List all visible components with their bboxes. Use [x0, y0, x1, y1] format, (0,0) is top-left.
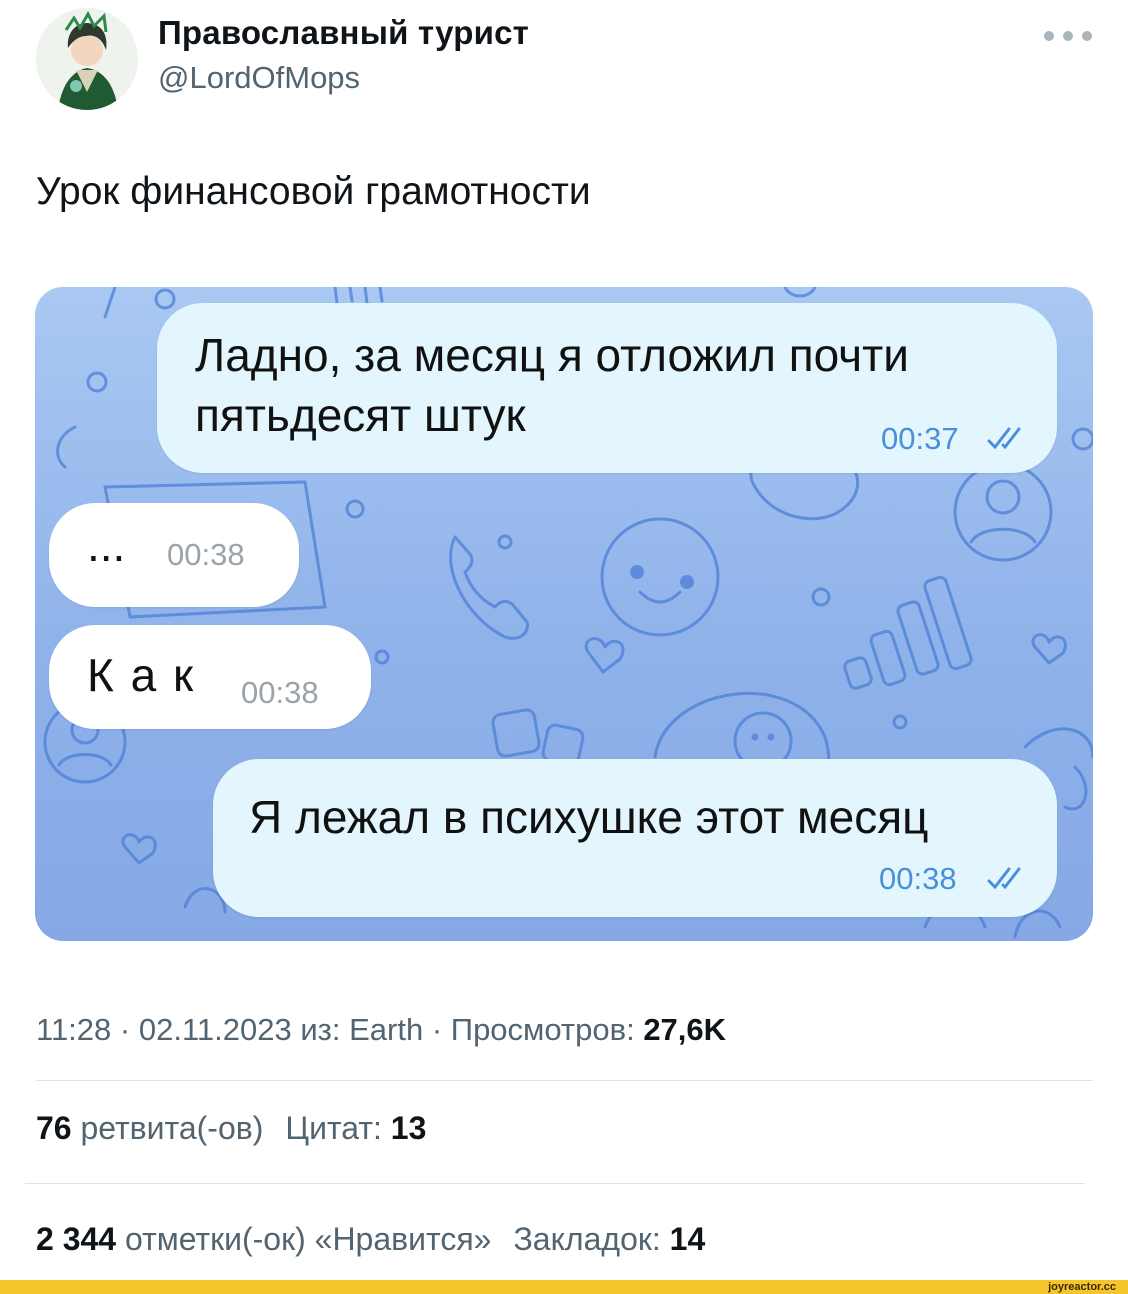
message-time: 00:38	[241, 675, 319, 710]
source-prefix: из:	[300, 1012, 341, 1047]
message-incoming[interactable]: К а к 00:38	[49, 625, 371, 729]
tweet-meta: 11:28 · 02.11.2023 из: Earth · Просмотро…	[36, 1012, 727, 1047]
avatar-illustration	[36, 8, 138, 110]
tweet-media-image[interactable]: Ладно, за месяц я отложил почти пятьдеся…	[35, 287, 1093, 941]
likes-link[interactable]: 2 344 отметки(-ок) «Нравится»	[36, 1221, 491, 1257]
likes-bookmarks-row: 2 344 отметки(-ок) «Нравится» Закладок: 1…	[36, 1221, 705, 1258]
divider	[25, 1183, 1085, 1184]
views-label: Просмотров:	[450, 1012, 635, 1047]
message-time: 00:37	[881, 421, 959, 456]
display-name[interactable]: Православный турист	[158, 14, 529, 52]
retweets-label: ретвита(-ов)	[80, 1110, 264, 1146]
message-text: ...	[87, 519, 126, 571]
tweet-text: Урок финансовой грамотности	[36, 170, 591, 213]
message-text: Я лежал в психушке этот месяц	[249, 791, 929, 843]
message-time: 00:38	[167, 537, 245, 572]
retweets-count: 76	[36, 1110, 72, 1146]
user-handle[interactable]: @LordOfMops	[158, 60, 360, 96]
bookmarks-link[interactable]: Закладок: 14	[513, 1221, 705, 1257]
message-outgoing[interactable]: Я лежал в психушке этот месяц 00:38	[213, 759, 1057, 917]
quotes-label: Цитат:	[285, 1110, 382, 1146]
message-text-line: Ладно, за месяц я отложил почти	[195, 329, 909, 381]
watermark[interactable]: joyreactor.cc	[1048, 1280, 1116, 1294]
quotes-link[interactable]: Цитат: 13	[285, 1110, 426, 1146]
bookmarks-count: 14	[669, 1221, 706, 1257]
message-text: К а к	[87, 649, 196, 701]
likes-count: 2 344	[36, 1221, 117, 1257]
tweet-time[interactable]: 11:28	[36, 1012, 111, 1047]
views-count[interactable]: 27,6K	[643, 1012, 726, 1047]
bookmarks-label: Закладок:	[513, 1221, 661, 1257]
message-incoming[interactable]: ... 00:38	[49, 503, 299, 607]
divider	[36, 1080, 1093, 1081]
avatar[interactable]	[36, 8, 138, 110]
retweets-quotes-row: 76 ретвита(-ов) Цитат: 13	[36, 1110, 426, 1147]
footer-bar	[0, 1280, 1128, 1294]
likes-label: отметки(-ок) «Нравится»	[124, 1221, 492, 1257]
retweets-link[interactable]: 76 ретвита(-ов)	[36, 1110, 263, 1146]
message-outgoing[interactable]: Ладно, за месяц я отложил почти пятьдеся…	[157, 303, 1057, 473]
tweet-date[interactable]: 02.11.2023	[139, 1012, 292, 1047]
more-horizontal-icon[interactable]	[1044, 26, 1092, 46]
double-check-icon	[987, 427, 1021, 450]
message-time: 00:38	[879, 861, 957, 896]
tweet-source: Earth	[349, 1012, 424, 1047]
message-text-line: пятьдесят штук	[195, 389, 526, 441]
quotes-count: 13	[390, 1110, 427, 1146]
double-check-icon	[987, 867, 1021, 890]
